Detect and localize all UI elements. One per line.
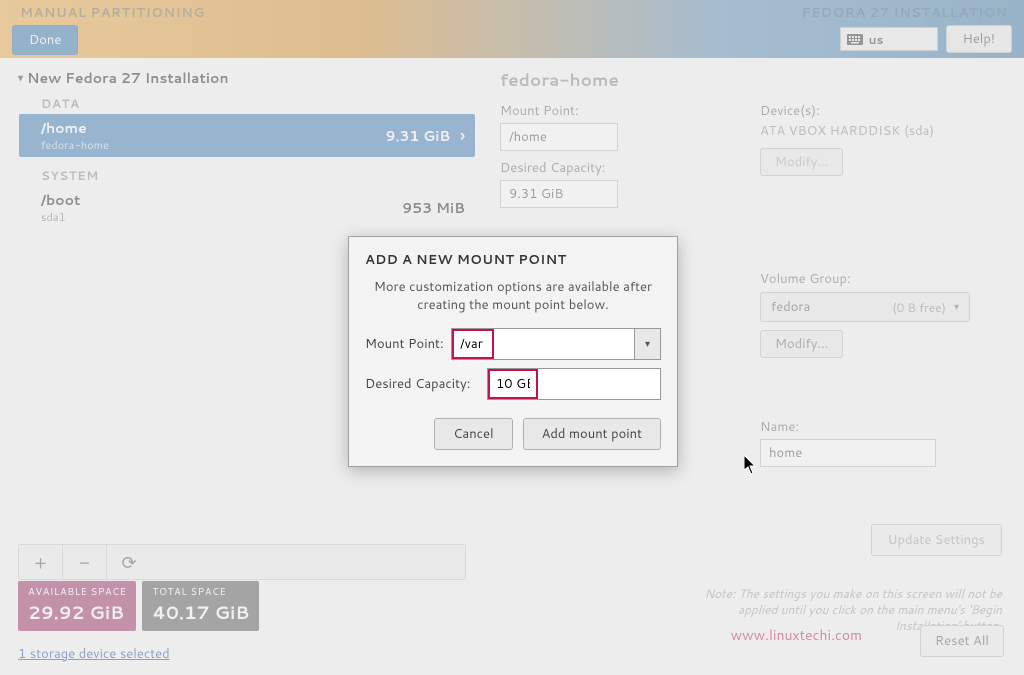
dialog-mount-input-rest[interactable]: [494, 329, 634, 359]
dialog-capacity-input[interactable]: [490, 371, 536, 397]
dialog-mount-input[interactable]: [454, 331, 492, 357]
dialog-subtitle: More customization options are available…: [365, 279, 661, 314]
dialog-add-button[interactable]: Add mount point: [523, 418, 661, 450]
add-mount-point-dialog: ADD A NEW MOUNT POINT More customization…: [348, 236, 678, 467]
dialog-capacity-input-rest[interactable]: [538, 369, 660, 399]
dialog-mount-label: Mount Point:: [365, 335, 445, 353]
dialog-title: ADD A NEW MOUNT POINT: [365, 251, 661, 269]
dialog-mount-combo-button[interactable]: ▾: [634, 329, 660, 359]
dialog-cancel-button[interactable]: Cancel: [434, 418, 512, 450]
dialog-capacity-label: Desired Capacity:: [365, 375, 481, 393]
mouse-cursor-icon: [744, 455, 758, 481]
